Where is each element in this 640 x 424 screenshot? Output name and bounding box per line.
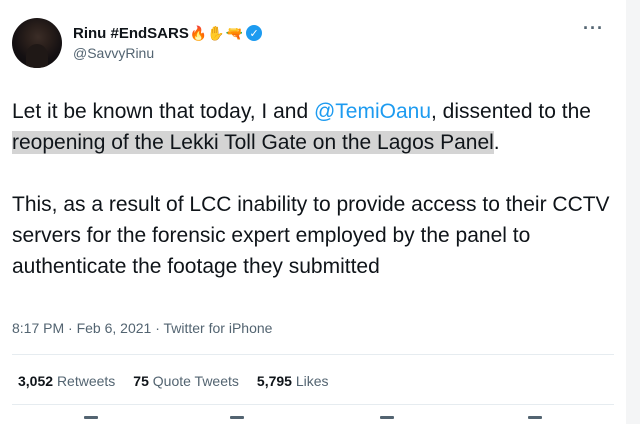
engagement-stats: 3,052 Retweets 75 Quote Tweets 5,795 Lik… <box>18 373 329 389</box>
retweets-stat[interactable]: 3,052 Retweets <box>18 373 115 389</box>
retweets-count: 3,052 <box>18 373 54 389</box>
reply-icon[interactable] <box>84 416 98 419</box>
display-name[interactable]: Rinu #EndSARS <box>73 25 189 42</box>
divider <box>12 404 614 405</box>
pistol-emoji: 🔫 <box>225 25 244 41</box>
divider <box>12 354 614 355</box>
highlighted-text: reopening of the Lekki Toll Gate on the … <box>12 131 494 154</box>
action-bar <box>12 416 614 424</box>
likes-count: 5,795 <box>256 373 292 389</box>
text-segment: . <box>493 131 500 154</box>
quotes-label: Quote Tweets <box>152 373 239 389</box>
verified-badge-icon: ✓ <box>246 25 263 41</box>
more-options-icon[interactable]: ··· <box>583 18 604 39</box>
tweet-paragraph-2: This, as a result of LCC inability to pr… <box>12 193 610 278</box>
quotes-stat[interactable]: 75 Quote Tweets <box>133 373 239 389</box>
author-name-row[interactable]: Rinu #EndSARS 🔥✋ 🔫 ✓ <box>73 22 263 44</box>
likes-label: Likes <box>295 373 329 389</box>
quotes-count: 75 <box>133 373 149 389</box>
text-segment: Let it be known that today, I and <box>12 100 314 123</box>
like-icon[interactable] <box>380 416 394 419</box>
retweets-label: Retweets <box>56 373 116 389</box>
avatar[interactable] <box>12 18 62 68</box>
likes-stat[interactable]: 5,795 Likes <box>257 373 329 389</box>
tweet-paragraph-1: Let it be known that today, I and @TemiO… <box>12 96 618 158</box>
user-handle[interactable]: @SavvyRinu <box>73 45 154 61</box>
text-segment: , dissented to the <box>431 100 591 123</box>
tweet-meta[interactable]: 8:17 PM · Feb 6, 2021 · Twitter for iPho… <box>12 320 272 336</box>
tweet-text: Let it be known that today, I and @TemiO… <box>12 96 618 282</box>
mention-link[interactable]: @TemiOanu <box>314 100 431 123</box>
fire-hand-emoji: 🔥✋ <box>189 25 225 41</box>
page-edge <box>626 0 640 424</box>
retweet-icon[interactable] <box>230 416 244 419</box>
share-icon[interactable] <box>528 416 542 419</box>
tweet-card: Rinu #EndSARS 🔥✋ 🔫 ✓ @SavvyRinu ··· Let … <box>0 0 626 424</box>
